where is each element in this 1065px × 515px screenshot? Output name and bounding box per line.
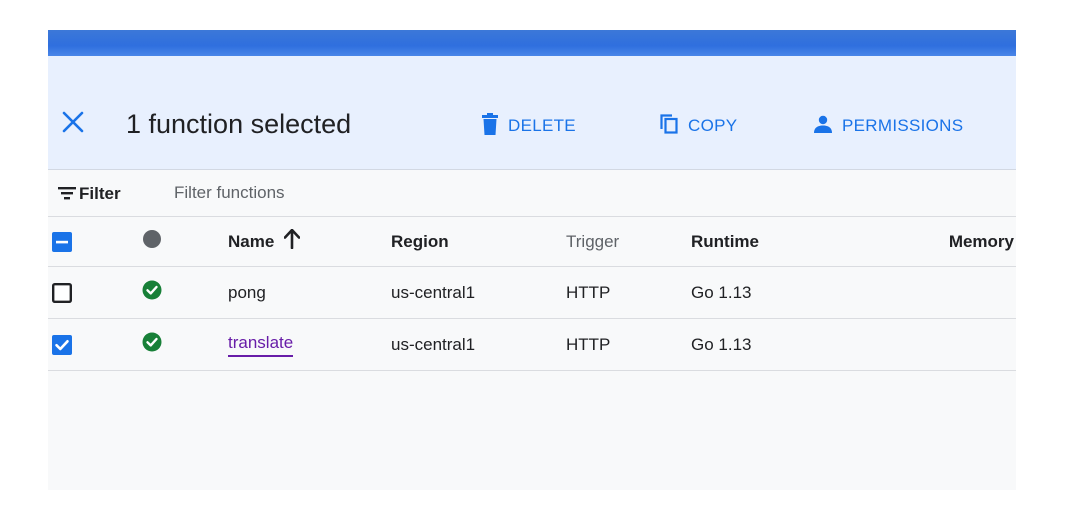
name-cell: translate <box>228 319 294 370</box>
trigger-column-header[interactable]: Trigger <box>566 217 619 266</box>
permissions-label: PERMISSIONS <box>842 116 964 135</box>
function-name-link[interactable]: pong <box>228 283 266 303</box>
name-cell: pong <box>228 267 266 318</box>
name-header-label: Name <box>228 231 275 251</box>
status-cell <box>140 319 164 370</box>
runtime-cell: Go 1.13 <box>691 282 752 302</box>
functions-app: 1 function selected DELETE COPY PERMISSI… <box>48 30 1016 490</box>
row-checkbox[interactable] <box>52 334 72 355</box>
top-app-bar <box>48 30 1016 56</box>
arrow-up-icon[interactable] <box>284 228 301 254</box>
delete-button[interactable]: DELETE <box>482 112 576 140</box>
filter-lines-icon[interactable] <box>58 185 76 206</box>
status-cell <box>140 267 164 318</box>
filter-input[interactable] <box>174 179 774 207</box>
status-dot-icon <box>142 229 162 254</box>
table-row[interactable]: translate us-central1 HTTP Go 1.13 <box>48 319 1016 371</box>
copy-button[interactable]: COPY <box>660 113 738 139</box>
select-all-checkbox[interactable] <box>52 231 72 252</box>
trash-icon <box>482 112 508 140</box>
table-row[interactable]: pong us-central1 HTTP Go 1.13 <box>48 267 1016 319</box>
filter-bar: Filter <box>48 171 1016 217</box>
filter-label[interactable]: Filter <box>79 184 121 204</box>
function-name-link[interactable]: translate <box>228 333 294 357</box>
check-circle-icon <box>142 332 162 357</box>
status-column-header <box>140 217 164 266</box>
delete-label: DELETE <box>508 116 576 135</box>
close-icon[interactable] <box>58 107 88 137</box>
region-cell: us-central1 <box>391 334 476 354</box>
trigger-cell: HTTP <box>566 282 611 302</box>
selection-action-bar: 1 function selected DELETE COPY PERMISSI… <box>48 56 1016 170</box>
copy-icon <box>660 113 688 139</box>
table-header-row: Name Region Trigger Runtime Memory <box>48 217 1016 267</box>
permissions-button[interactable]: PERMISSIONS <box>814 114 963 138</box>
runtime-cell: Go 1.13 <box>691 334 752 354</box>
selection-count-title: 1 function selected <box>126 109 352 139</box>
row-checkbox[interactable] <box>52 282 72 303</box>
trigger-cell: HTTP <box>566 334 611 354</box>
name-column-header[interactable]: Name <box>228 217 301 266</box>
copy-label: COPY <box>688 116 738 135</box>
runtime-column-header[interactable]: Runtime <box>691 217 759 266</box>
header-checkbox-cell <box>48 217 76 266</box>
region-column-header[interactable]: Region <box>391 217 449 266</box>
check-circle-icon <box>142 280 162 305</box>
person-icon <box>814 115 842 138</box>
row-checkbox-cell <box>48 267 76 318</box>
memory-column-header[interactable]: Memory <box>949 217 1014 266</box>
row-checkbox-cell <box>48 319 76 370</box>
region-cell: us-central1 <box>391 282 476 302</box>
